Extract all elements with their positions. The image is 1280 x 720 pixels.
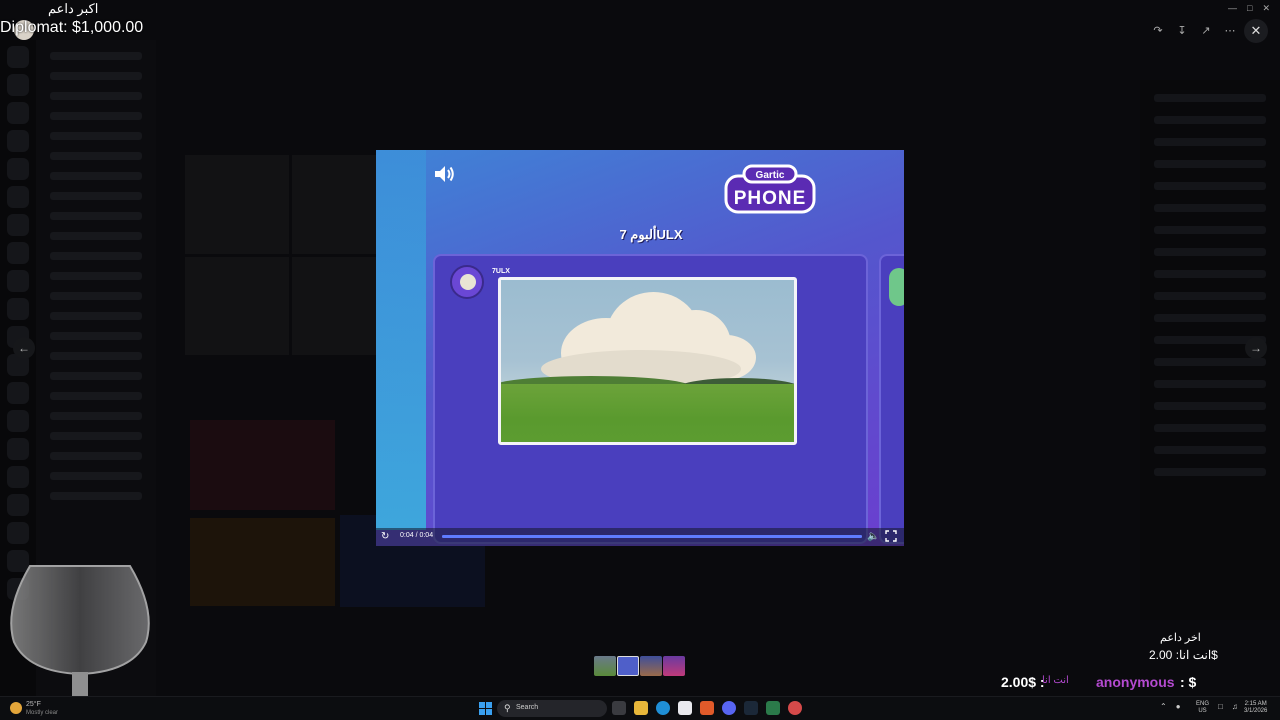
clock-time: 2:15 AM xyxy=(1244,701,1267,707)
brave-icon[interactable] xyxy=(700,701,714,715)
taskbar-search[interactable]: ⚲ Search xyxy=(497,700,607,717)
volume-tray-icon[interactable]: ♫ xyxy=(1232,702,1238,711)
album-card: 7ULX xyxy=(433,254,868,544)
self-donation-amount: 2.00$ : xyxy=(1001,674,1045,690)
background-image-grid xyxy=(185,155,395,355)
video-player[interactable]: Gartic PHONE ألبوم 7ULX 7ULX ↻ 0:04 / 0:… xyxy=(376,150,904,546)
task-view-icon[interactable] xyxy=(612,701,626,715)
window-controls: — □ ✕ xyxy=(1228,3,1270,14)
taskbar: 25°F Mostly clear ⚲ Search ⌃ ● ENG US □ … xyxy=(0,696,1280,720)
last-donor-amount: انت انا: 2.00$ xyxy=(1149,648,1218,662)
next-media-button[interactable]: → xyxy=(1245,337,1267,359)
screen: — □ ✕ ↷ ↧ ↗ ⋯ ✕ اكبر داعم Diplomat: $1,0… xyxy=(0,0,1280,720)
weather-desc: Mostly clear xyxy=(26,710,59,716)
gartic-phone-logo: Gartic PHONE xyxy=(724,164,816,214)
close-icon: ✕ xyxy=(1250,23,1262,38)
top-donor-amount: Diplomat: $1,000.00 xyxy=(0,19,144,36)
system-tray: ⌃ ● xyxy=(1160,702,1181,711)
window-close-icon[interactable]: ✕ xyxy=(1262,3,1270,14)
svg-text:Gartic: Gartic xyxy=(756,170,785,181)
previous-media-button[interactable]: ← xyxy=(13,337,35,359)
anonymous-donor-amount: : $ xyxy=(1180,674,1197,690)
thumbnail[interactable] xyxy=(640,656,662,676)
minimize-icon[interactable]: — xyxy=(1228,3,1237,14)
language-indicator[interactable]: ENG US xyxy=(1196,701,1209,715)
background-decoration xyxy=(376,150,426,530)
fullscreen-icon[interactable] xyxy=(885,530,897,542)
store-icon[interactable] xyxy=(678,701,692,715)
thumbnail[interactable] xyxy=(594,656,616,676)
taskbar-clock[interactable]: 2:15 AM 3/1/2026 xyxy=(1244,701,1267,715)
app-icon[interactable] xyxy=(766,701,780,715)
microphone-icon[interactable]: ● xyxy=(1176,702,1181,711)
last-donor-title: اخر داعم xyxy=(1160,632,1201,644)
maximize-icon[interactable]: □ xyxy=(1247,3,1252,14)
search-label: Search xyxy=(516,704,539,711)
network-icon[interactable]: □ xyxy=(1218,702,1223,711)
next-card-preview xyxy=(879,254,904,544)
lang-region: US xyxy=(1198,708,1207,714)
volume-icon[interactable]: 🔈 xyxy=(867,531,879,542)
top-donor-title: اكبر داعم xyxy=(48,1,99,16)
anonymous-donor-name: anonymous xyxy=(1096,674,1175,690)
speaker-icon[interactable] xyxy=(432,163,456,185)
cloud-drawing xyxy=(498,277,797,445)
author-name: 7ULX xyxy=(492,268,510,275)
self-donation-label: انت انا xyxy=(1042,675,1069,686)
clock-date: 3/1/2026 xyxy=(1244,708,1268,714)
background-tile xyxy=(190,518,335,606)
close-viewer-button[interactable]: ✕ xyxy=(1244,19,1268,43)
forward-icon[interactable]: ↷ xyxy=(1148,22,1168,40)
video-time: 0:04 / 0:04 xyxy=(400,532,434,539)
lang-code: ENG xyxy=(1196,701,1210,707)
chevron-up-icon[interactable]: ⌃ xyxy=(1160,702,1167,711)
viewer-top-bar: — □ ✕ ↷ ↧ ↗ ⋯ ✕ xyxy=(0,0,1280,43)
search-icon: ⚲ xyxy=(504,703,511,713)
steam-icon[interactable] xyxy=(744,701,758,715)
edge-icon[interactable] xyxy=(656,701,670,715)
player-avatar xyxy=(450,265,484,299)
arrow-left-icon: ← xyxy=(18,341,30,355)
seek-bar[interactable] xyxy=(442,535,862,538)
moon-icon xyxy=(10,702,22,714)
file-explorer-icon[interactable] xyxy=(634,701,648,715)
seek-bar-fill xyxy=(442,535,862,538)
download-icon[interactable]: ↧ xyxy=(1172,22,1192,40)
chrome-icon[interactable] xyxy=(788,701,802,715)
viewer-actions: ↷ ↧ ↗ ⋯ xyxy=(1148,22,1240,40)
replay-icon[interactable]: ↻ xyxy=(381,531,393,543)
album-title: ألبوم 7ULX xyxy=(619,227,683,242)
media-thumbnails xyxy=(594,656,685,676)
arrow-right-icon: → xyxy=(1250,341,1262,355)
svg-text:PHONE: PHONE xyxy=(734,188,807,209)
thumbnail[interactable] xyxy=(663,656,685,676)
thumbnail-active[interactable] xyxy=(617,656,639,676)
open-external-icon[interactable]: ↗ xyxy=(1196,22,1216,40)
weather-temp: 25°F xyxy=(26,701,41,708)
start-button[interactable] xyxy=(479,702,492,715)
system-status: □ ♫ xyxy=(1218,702,1238,711)
video-controls: ↻ 0:04 / 0:04 🔈 xyxy=(376,528,904,546)
discord-icon[interactable] xyxy=(722,701,736,715)
more-icon[interactable]: ⋯ xyxy=(1220,22,1240,40)
background-tile xyxy=(190,420,335,510)
